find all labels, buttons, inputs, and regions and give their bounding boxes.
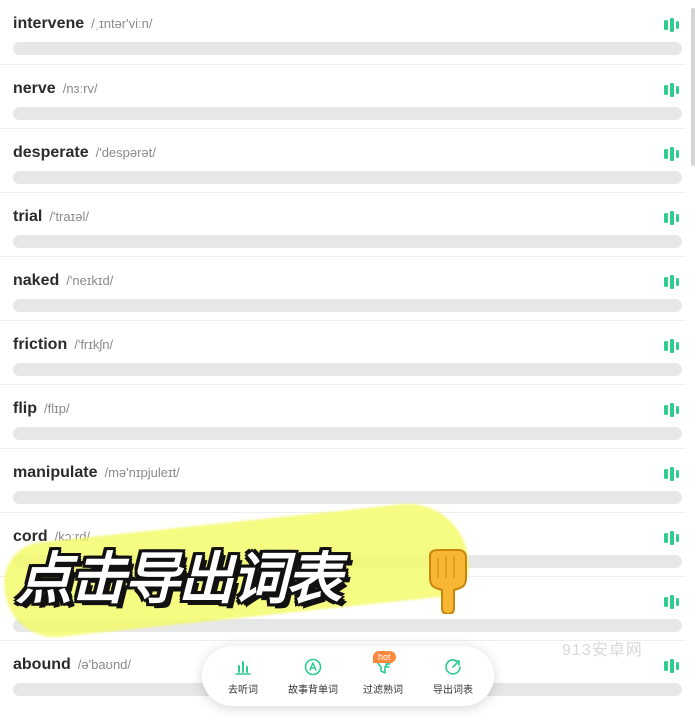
- meaning-placeholder-bar[interactable]: [13, 42, 682, 55]
- word-row-manipulate[interactable]: manipulate/mə'nɪpjuleɪt/: [0, 448, 686, 512]
- meaning-placeholder-bar[interactable]: [13, 363, 682, 376]
- word-row-desperate[interactable]: desperate/'despərət/: [0, 128, 686, 192]
- word-label: intervene/ˌɪntər'viːn/: [13, 15, 153, 32]
- speaker-icon[interactable]: [664, 339, 680, 353]
- speaker-icon[interactable]: [664, 18, 680, 32]
- filter-known-words-button[interactable]: hot 过滤熟词: [349, 650, 417, 696]
- export-word-list-label: 导出词表: [433, 684, 473, 696]
- speaker-icon[interactable]: [664, 403, 680, 417]
- phonetic-label: /'frɪkʃn/: [74, 337, 114, 352]
- story-a-icon: [304, 658, 322, 675]
- word-label: trial/'traɪəl/: [13, 208, 89, 225]
- phonetic-label: /nɜːrv/: [62, 81, 98, 96]
- watermark: 913安卓网: [562, 642, 643, 659]
- tutorial-caption: 点击导出词表: [16, 547, 342, 612]
- meaning-placeholder-bar[interactable]: [13, 235, 682, 248]
- word-row-intervene[interactable]: intervene/ˌɪntər'viːn/: [0, 0, 686, 64]
- word-row-flip[interactable]: flip/flɪp/: [0, 384, 686, 448]
- filter-known-words-label: 过滤熟词: [363, 684, 403, 696]
- export-word-list-button[interactable]: 导出词表: [419, 657, 487, 696]
- speaker-icon[interactable]: [664, 211, 680, 225]
- listen-words-button[interactable]: 去听词: [209, 657, 277, 696]
- phonetic-label: /ˌɪntər'viːn/: [91, 16, 153, 31]
- phonetic-label: /'neɪkɪd/: [66, 273, 114, 288]
- word-label: naked/'neɪkɪd/: [13, 272, 114, 289]
- speaker-icon[interactable]: [664, 147, 680, 161]
- meaning-placeholder-bar[interactable]: [13, 171, 682, 184]
- word-label: nerve/nɜːrv/: [13, 80, 98, 97]
- pointing-down-hand-icon: [429, 549, 467, 614]
- word-row-nerve[interactable]: nerve/nɜːrv/: [0, 64, 686, 128]
- speaker-icon[interactable]: [664, 531, 680, 545]
- meaning-placeholder-bar[interactable]: [13, 491, 682, 504]
- bar-chart-icon: [235, 660, 251, 675]
- phonetic-label: /'despərət/: [95, 145, 156, 160]
- scrollbar[interactable]: [691, 8, 695, 166]
- phonetic-label: /mə'nɪpjuleɪt/: [104, 465, 180, 480]
- word-row-friction[interactable]: friction/'frɪkʃn/: [0, 320, 686, 384]
- meaning-placeholder-bar[interactable]: [13, 427, 682, 440]
- bottom-toolbar: 去听词 故事背单词 hot 过滤熟词 导出词表: [202, 646, 494, 706]
- speaker-icon[interactable]: [664, 595, 680, 609]
- speaker-icon[interactable]: [664, 83, 680, 97]
- speaker-icon[interactable]: [664, 275, 680, 289]
- meaning-placeholder-bar[interactable]: [13, 107, 682, 120]
- word-row-naked[interactable]: naked/'neɪkɪd/: [0, 256, 686, 320]
- listen-words-label: 去听词: [228, 684, 258, 696]
- phonetic-label: /'traɪəl/: [49, 209, 89, 224]
- word-label: manipulate/mə'nɪpjuleɪt/: [13, 464, 180, 481]
- export-icon: [445, 658, 461, 675]
- phonetic-label: /ə'baʊnd/: [77, 657, 132, 672]
- word-label: abound/ə'baʊnd/: [13, 656, 132, 673]
- speaker-icon[interactable]: [664, 659, 680, 673]
- hot-badge: hot: [373, 650, 396, 663]
- word-label: friction/'frɪkʃn/: [13, 336, 114, 353]
- phonetic-label: /flɪp/: [44, 401, 70, 416]
- word-row-trial[interactable]: trial/'traɪəl/: [0, 192, 686, 256]
- story-vocab-label: 故事背单词: [288, 684, 338, 696]
- meaning-placeholder-bar[interactable]: [13, 299, 682, 312]
- story-vocab-button[interactable]: 故事背单词: [279, 657, 347, 696]
- word-label: desperate/'despərət/: [13, 144, 156, 161]
- word-label: flip/flɪp/: [13, 400, 70, 417]
- speaker-icon[interactable]: [664, 467, 680, 481]
